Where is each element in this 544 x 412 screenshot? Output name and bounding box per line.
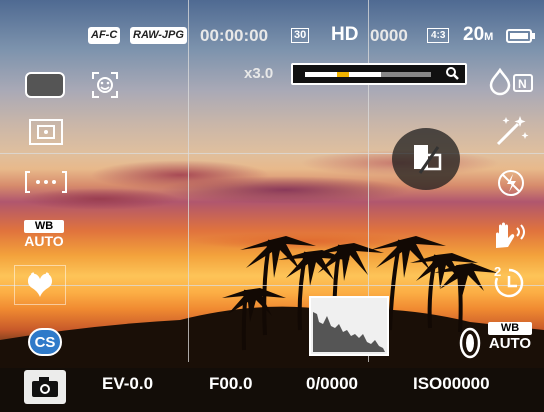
flash-off-icon[interactable]: [496, 168, 526, 198]
zoom-bar[interactable]: [291, 63, 467, 85]
lens-icon[interactable]: [456, 326, 484, 360]
battery-icon: [506, 28, 536, 44]
zoom-marker: [337, 72, 349, 77]
shots-remaining: 0000: [370, 26, 408, 45]
cloud-2: [90, 160, 270, 190]
focus-area-icon[interactable]: [24, 70, 66, 100]
camera-mode-icon[interactable]: [24, 370, 66, 404]
zoom-label: x3.0: [244, 65, 274, 82]
camera-viewfinder: AF-C RAW-JPG 00:00:00 30 HD 0000 4:3 20M…: [0, 0, 544, 412]
grid-line-h1: [0, 153, 544, 154]
file-format-badge[interactable]: RAW-JPG: [130, 27, 187, 44]
svg-text:2: 2: [494, 264, 501, 279]
grid-line-v1: [188, 0, 189, 362]
iso-value[interactable]: ISO00000: [413, 374, 490, 394]
wb-label-top-right: WB: [488, 322, 532, 335]
wb-label-bottom: AUTO: [24, 233, 64, 249]
wb-label-top: WB: [24, 220, 64, 233]
self-timer-icon[interactable]: 2: [492, 264, 526, 300]
grid-line-h2: [0, 285, 544, 286]
face-detect-icon[interactable]: [90, 70, 120, 100]
multi-af-icon[interactable]: [24, 168, 68, 196]
svg-text:N: N: [518, 77, 527, 91]
macro-icon[interactable]: [14, 265, 66, 305]
shutter-value[interactable]: 0/0000: [306, 374, 358, 394]
drive-mode-icon[interactable]: N: [488, 66, 536, 98]
wb-auto-right[interactable]: WB AUTO: [488, 322, 532, 352]
wb-label-bottom-right: AUTO: [488, 335, 532, 352]
resolution[interactable]: 20M: [463, 24, 493, 46]
search-icon: [445, 66, 459, 85]
wb-auto-left[interactable]: WB AUTO: [24, 220, 64, 249]
stabilizer-icon[interactable]: [490, 220, 530, 250]
scene-icon[interactable]: [494, 114, 530, 148]
frame-rate[interactable]: 30: [291, 28, 310, 43]
aspect-ratio-badge[interactable]: 4:3: [427, 28, 450, 43]
aperture-value[interactable]: F00.0: [209, 374, 252, 394]
timecode: 00:00:00: [200, 26, 269, 45]
video-quality[interactable]: HD: [331, 24, 358, 46]
metering-icon[interactable]: [28, 118, 64, 146]
histogram: [309, 296, 389, 356]
ev-value[interactable]: EV-0.0: [102, 374, 153, 394]
cs-badge[interactable]: CS: [28, 328, 62, 356]
af-mode-badge[interactable]: AF-C: [88, 27, 121, 44]
rotate-icon[interactable]: [392, 128, 460, 190]
